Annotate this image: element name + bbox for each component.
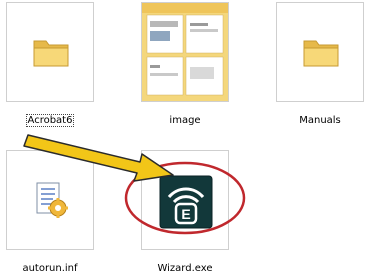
folder-icon — [303, 40, 339, 67]
file-thumbnail — [141, 2, 229, 102]
folder-icon — [33, 40, 69, 67]
file-name-label: Manuals — [299, 115, 341, 126]
file-thumbnail: E — [141, 150, 229, 250]
autorun-settings-icon — [36, 182, 68, 218]
file-thumbnail — [276, 2, 364, 102]
file-thumbnail — [6, 150, 94, 250]
wizard-app-icon: E — [159, 175, 213, 229]
file-name-label: Wizard.exe — [157, 263, 213, 274]
file-name-label: image — [169, 115, 201, 126]
file-name-label: autorun.inf — [22, 263, 78, 274]
file-thumbnail — [6, 2, 94, 102]
folder-with-thumbnails-icon — [142, 3, 228, 101]
file-name-label: Acrobat6 — [25, 114, 75, 127]
wizard-icon-letter: E — [181, 206, 190, 222]
